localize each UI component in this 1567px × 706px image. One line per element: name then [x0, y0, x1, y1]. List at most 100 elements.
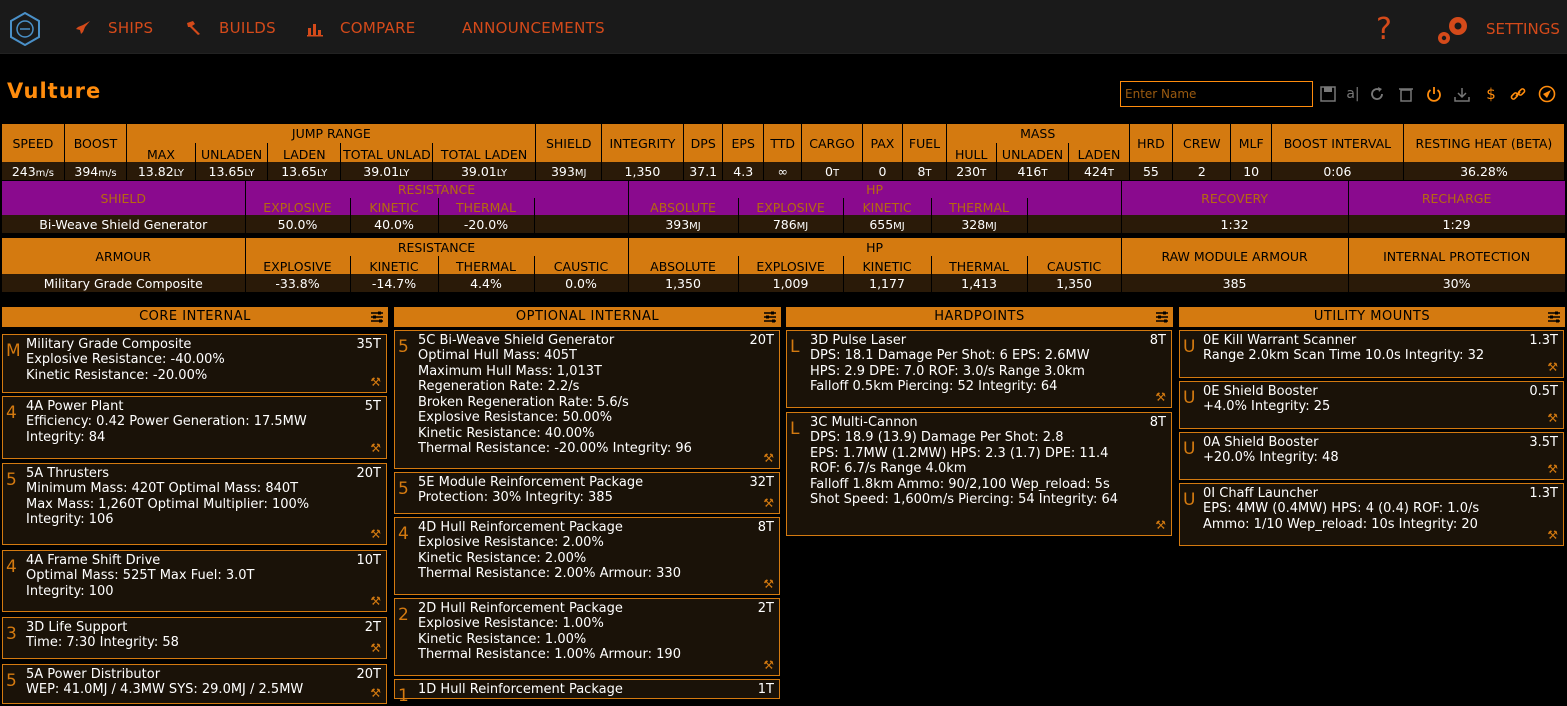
module-slot[interactable]: 4 4A Power Plant 5T Efficiency: 0.42 Power …	[2, 396, 387, 459]
download-icon[interactable]	[1453, 85, 1471, 103]
val-unladen: 13.65LY	[195, 162, 269, 180]
module-name: 3D Life Support	[26, 620, 128, 635]
module-slot[interactable]: U 0E Shield Booster 0.5T +4.0% Integrity: 2…	[1179, 381, 1564, 429]
wrench-icon[interactable]: ⚒	[763, 496, 774, 510]
reload-icon[interactable]	[1368, 85, 1386, 103]
armour-hp-explosive: 1,009	[738, 274, 844, 292]
val-ttd: ∞	[763, 162, 803, 180]
filter-icon[interactable]	[1155, 310, 1169, 324]
wrench-icon[interactable]: ⚒	[1547, 462, 1558, 476]
armour-internal-hdr: INTERNAL PROTECTION	[1348, 238, 1566, 274]
optional-column-header[interactable]: OPTIONAL INTERNAL	[394, 307, 781, 327]
save-icon[interactable]	[1319, 85, 1337, 103]
nav-compare[interactable]: COMPARE	[306, 19, 416, 37]
module-slot[interactable]: 5 5A Thrusters 20T Minimum Mass: 420T Optim…	[2, 463, 387, 545]
module-slot[interactable]: L 3D Pulse Laser 8T DPS: 18.1 Damage Per Sh…	[786, 330, 1172, 408]
trash-icon[interactable]	[1397, 85, 1415, 103]
shield-recovery: 1:32	[1121, 215, 1349, 233]
module-name: 5A Thrusters	[26, 466, 110, 481]
shield-res-thermal-hdr: THERMAL	[438, 198, 535, 215]
wrench-icon[interactable]: ⚒	[1547, 360, 1558, 374]
wrench-icon[interactable]: ⚒	[370, 641, 381, 655]
module-slot[interactable]: 3 3D Life Support 2T Time: 7:30 Integrity: …	[2, 617, 387, 659]
core-column-header[interactable]: CORE INTERNAL	[2, 307, 388, 327]
module-mass: 2T	[757, 601, 774, 616]
val-boost-interval: 0:06	[1271, 162, 1404, 180]
nav-settings[interactable]: SETTINGS	[1486, 20, 1560, 38]
help-icon[interactable]: ?	[1376, 12, 1392, 47]
module-slot[interactable]: 5 5C Bi-Weave Shield Generator 20T Optimal …	[394, 330, 780, 469]
edsy-icon[interactable]	[1538, 85, 1556, 103]
val-resting-heat: 36.28%	[1403, 162, 1566, 180]
nav-announcements[interactable]: ANNOUNCEMENTS	[462, 19, 605, 37]
module-slot[interactable]: 5 5A Power Distributor 20T WEP: 41.0MJ / 4.…	[2, 664, 387, 704]
hdr-boost: BOOST	[64, 124, 128, 162]
module-slot[interactable]: U 0A Shield Booster 3.5T +20.0% Integrity: …	[1179, 432, 1564, 480]
module-stat-line: Thermal Resistance: 1.00% Armour: 190	[418, 647, 681, 662]
column-title: OPTIONAL INTERNAL	[515, 309, 660, 324]
build-name-input[interactable]	[1120, 81, 1313, 107]
wrench-icon[interactable]: ⚒	[1547, 528, 1558, 542]
hdr-fuel: FUEL	[902, 124, 947, 162]
hdr-pax: PAX	[862, 124, 904, 162]
module-mass: 0.5T	[1529, 384, 1558, 399]
module-stat-line: Explosive Resistance: 1.00%	[418, 616, 604, 631]
module-class: M	[6, 341, 21, 361]
module-name: 0I Chaff Launcher	[1203, 486, 1319, 501]
rename-icon[interactable]: a|	[1344, 85, 1362, 103]
armour-hp-explosive-hdr: EXPLOSIVE	[738, 256, 844, 274]
filter-icon[interactable]	[1547, 310, 1561, 324]
shield-hp-hdr: HP	[628, 181, 1122, 198]
hdr-total-laden: TOTAL LADEN	[432, 143, 537, 162]
hardpoints-column-header[interactable]: HARDPOINTS	[786, 307, 1173, 327]
hdr-laden: LADEN	[267, 143, 342, 162]
armour-hp-absolute-hdr: ABSOLUTE	[628, 256, 739, 274]
module-stat-line: Integrity: 100	[26, 583, 114, 599]
wrench-icon[interactable]: ⚒	[763, 658, 774, 672]
module-stat-line: ROF: 6.7/s Range 4.0km	[810, 461, 967, 476]
nav-ships[interactable]: SHIPS	[74, 19, 153, 37]
wrench-icon[interactable]: ⚒	[370, 527, 381, 541]
wrench-icon[interactable]: ⚒	[370, 441, 381, 455]
shield-res-thermal: -20.0%	[438, 215, 535, 233]
module-slot[interactable]: 5 5E Module Reinforcement Package 32T Prote…	[394, 472, 780, 514]
module-slot[interactable]: M Military Grade Composite 35T Explosive Re…	[2, 334, 387, 393]
val-eps: 4.3	[722, 162, 764, 180]
filter-icon[interactable]	[763, 310, 777, 324]
utility-column-header[interactable]: UTILITY MOUNTS	[1179, 307, 1565, 327]
val-hull: 230T	[946, 162, 997, 180]
module-slot[interactable]: 4 4A Frame Shift Drive 10T Optimal Mass: 52…	[2, 550, 387, 612]
wrench-icon[interactable]: ⚒	[1155, 390, 1166, 404]
nav-builds[interactable]: BUILDS	[185, 19, 276, 37]
hdr-cargo: CARGO	[801, 124, 863, 162]
armour-res-caustic-hdr: CAUSTIC	[534, 256, 629, 274]
module-class: 5	[6, 470, 17, 490]
module-slot[interactable]: L 3C Multi-Cannon 8T DPS: 18.9 (13.9) Damag…	[786, 412, 1172, 536]
module-slot[interactable]: U 0E Kill Warrant Scanner 1.3T Range 2.0km …	[1179, 330, 1564, 378]
shield-hp-thermal-hdr: THERMAL	[931, 198, 1028, 215]
armour-hp-caustic: 1,350	[1027, 274, 1122, 292]
module-slot[interactable]: 4 4D Hull Reinforcement Package 8T Explosiv…	[394, 517, 780, 595]
module-stat-line: Shot Speed: 1,600m/s Piercing: 54 Integr…	[810, 492, 1119, 507]
logo-icon[interactable]	[8, 12, 42, 46]
wrench-icon[interactable]: ⚒	[370, 686, 381, 700]
val-max: 13.82LY	[126, 162, 196, 180]
wrench-icon[interactable]: ⚒	[763, 451, 774, 465]
module-name: 5A Power Distributor	[26, 667, 161, 682]
filter-icon[interactable]	[370, 310, 384, 324]
wrench-icon[interactable]: ⚒	[370, 594, 381, 608]
armour-name: Military Grade Composite	[2, 274, 246, 292]
wrench-icon[interactable]: ⚒	[370, 375, 381, 389]
wrench-icon[interactable]: ⚒	[763, 577, 774, 591]
module-name: 3C Multi-Cannon	[810, 415, 918, 430]
module-stat-line: Broken Regeneration Rate: 5.6/s	[418, 394, 629, 410]
wrench-icon[interactable]: ⚒	[1547, 411, 1558, 425]
gears-icon[interactable]	[1435, 14, 1471, 46]
module-slot[interactable]: U 0I Chaff Launcher 1.3T EPS: 4MW (0.4MW) H…	[1179, 483, 1564, 546]
module-slot[interactable]: 1 1D Hull Reinforcement Package 1T	[394, 679, 780, 706]
cost-icon[interactable]: $	[1482, 85, 1500, 103]
wrench-icon[interactable]: ⚒	[1155, 518, 1166, 532]
link-icon[interactable]	[1509, 85, 1527, 103]
power-icon[interactable]	[1425, 85, 1443, 103]
module-slot[interactable]: 2 2D Hull Reinforcement Package 2T Explosiv…	[394, 598, 780, 676]
